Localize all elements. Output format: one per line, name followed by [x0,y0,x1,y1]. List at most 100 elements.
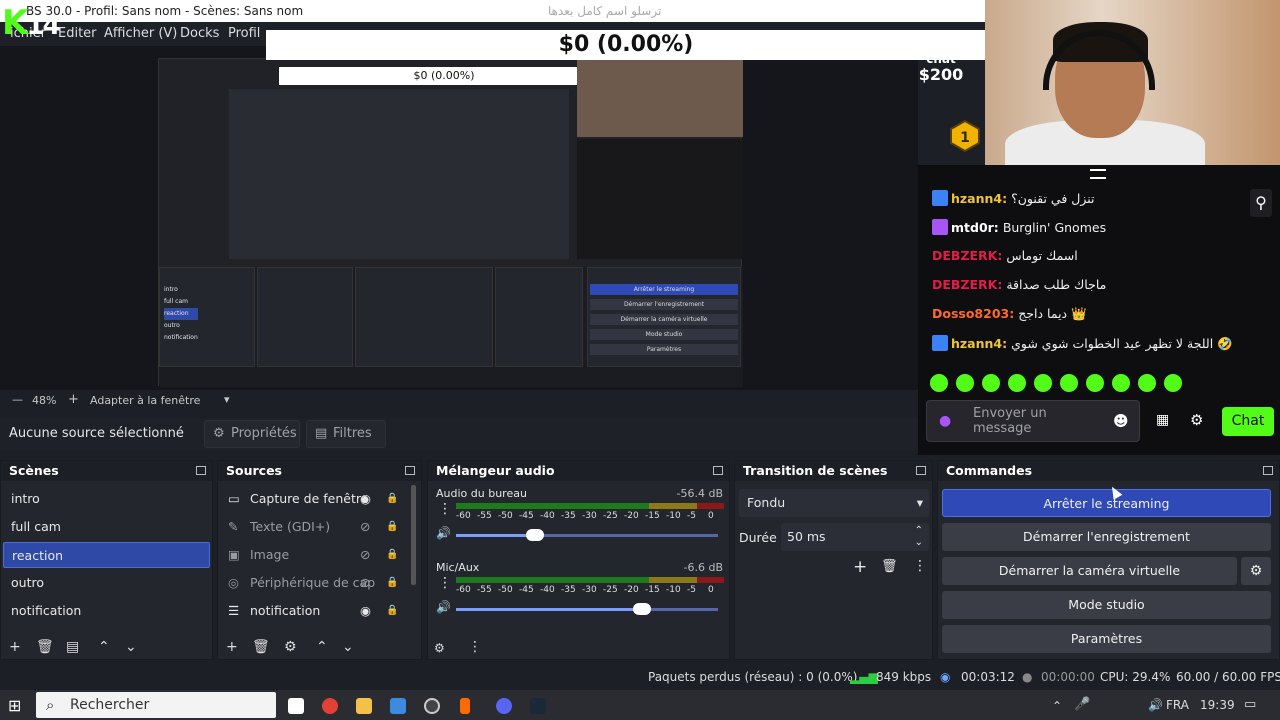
undock-icon[interactable] [405,466,415,475]
zoom-in-icon[interactable]: + [68,392,79,407]
trash-icon[interactable]: 🗑 [36,639,54,655]
speaker-icon[interactable]: 🔊 [436,600,451,614]
obs-icon[interactable] [424,698,440,714]
advanced-audio-icon[interactable]: ⚙ [434,641,445,655]
pin-icon[interactable]: ⚲ [1250,189,1272,217]
move-down-icon[interactable]: ⌄ [342,639,354,655]
scene-item-selected[interactable]: reaction [3,542,210,568]
gear-icon[interactable]: ⚙ [284,639,297,655]
lock-icon[interactable]: 🔒 [386,514,398,540]
properties-button[interactable]: ⚙ Propriétés [204,420,300,448]
studio-mode-button[interactable]: Mode studio [942,591,1271,619]
chat-username[interactable]: DEBZERK: [932,248,1002,263]
undock-icon[interactable] [196,466,206,475]
chrome-icon[interactable] [322,698,338,714]
visibility-eye-icon[interactable]: ◉ [360,486,371,512]
volume-knob[interactable] [525,529,544,541]
chat-send-button[interactable]: Chat [1222,407,1274,436]
duration-spinbox[interactable]: 50 ms ⌃ ⌄ [781,523,929,551]
scene-item[interactable]: full cam [3,514,210,540]
scene-item[interactable]: outro [3,570,210,596]
source-item[interactable]: ✎ Texte (GDI+) ⊘ 🔒 [220,514,408,540]
emote-icon[interactable] [1034,374,1052,392]
menu-profile[interactable]: Profil [228,26,260,41]
tray-volume-icon[interactable]: 🔊 [1148,698,1163,712]
emote-icon[interactable] [1060,374,1078,392]
emote-icon[interactable] [956,374,974,392]
scene-item[interactable]: intro [3,486,210,512]
source-item[interactable]: ◎ Périphérique de cap ⊘ 🔒 [220,570,408,596]
start-virtual-camera-button[interactable]: Démarrer la caméra virtuelle [942,557,1237,585]
emote-icon[interactable] [982,374,1000,392]
virtual-camera-gear-icon[interactable]: ⚙ [1241,557,1271,585]
menu-docks[interactable]: Docks [180,26,219,41]
chat-input[interactable]: ● Envoyer un message ☻ [926,400,1140,442]
store-icon[interactable] [390,698,406,714]
add-icon[interactable]: + [226,639,238,655]
scene-item[interactable]: notification [3,598,210,624]
more-menu-icon[interactable]: ⋮ [913,558,927,574]
emote-icon[interactable] [1138,374,1156,392]
emote-icon[interactable] [1112,374,1130,392]
source-item[interactable]: ☰ notification ◉ 🔒 [220,598,408,624]
chevron-down-icon[interactable]: ⌄ [915,529,923,557]
visibility-eye-icon[interactable]: ⊘ [360,542,370,568]
emote-icon[interactable] [1086,374,1104,392]
channel-menu-icon[interactable]: ⋮ [438,575,452,591]
filter-icon[interactable]: ▤ [66,639,79,655]
tray-language[interactable]: FRA [1166,698,1189,712]
trash-icon[interactable]: 🗑 [252,639,270,655]
transition-select[interactable]: Fondu ▾ [739,489,929,517]
tray-mic-icon[interactable]: 🎤 [1074,697,1090,712]
add-icon[interactable]: + [9,639,21,655]
chat-username[interactable]: mtd0r: [951,220,999,235]
menu-view[interactable]: Afficher (V) [104,26,177,41]
volume-slider[interactable] [456,603,718,615]
channel-menu-icon[interactable]: ⋮ [438,501,452,517]
lock-icon[interactable]: 🔒 [386,570,398,596]
tray-clock[interactable]: 19:39 [1200,698,1235,712]
stop-streaming-button[interactable]: Arrêter le streaming [942,489,1271,517]
source-item[interactable]: ▭ Capture de fenêtre ◉ 🔒 [220,486,408,512]
notification-icon[interactable]: ▭ [1244,697,1256,712]
tray-chevron-icon[interactable]: ⌃ [1052,699,1062,713]
move-up-icon[interactable]: ⌃ [316,639,328,655]
visibility-eye-icon[interactable]: ◉ [360,598,371,624]
visibility-eye-icon[interactable]: ⊘ [360,570,370,596]
more-menu-icon[interactable]: ⋮ [468,639,482,655]
undock-icon[interactable] [1263,466,1273,475]
steam-icon[interactable] [530,698,546,714]
add-icon[interactable]: + [853,557,867,577]
filters-button[interactable]: ▤ Filtres [306,420,386,448]
chevron-down-icon[interactable]: ▾ [224,393,230,406]
mic-app-icon[interactable] [460,698,470,714]
visibility-eye-icon[interactable]: ⊘ [360,514,370,540]
trash-icon[interactable]: 🗑 [881,559,898,574]
move-up-icon[interactable]: ⌃ [98,639,110,655]
settings-button[interactable]: Paramètres [942,625,1271,653]
windows-start-icon[interactable]: ⊞ [8,696,21,715]
lock-icon[interactable]: 🔒 [386,486,398,512]
volume-knob[interactable] [633,603,652,615]
move-down-icon[interactable]: ⌄ [125,639,137,655]
volume-slider[interactable] [456,529,718,541]
discord-icon[interactable] [496,698,512,714]
chat-username[interactable]: hzann4: [951,191,1007,206]
lock-icon[interactable]: 🔒 [386,598,398,624]
app-icon[interactable] [288,698,304,714]
emote-icon[interactable] [930,374,948,392]
undock-icon[interactable] [916,466,926,475]
undock-icon[interactable] [713,466,723,475]
emoji-icon[interactable]: ☻ [1113,412,1129,430]
emote-icon[interactable] [1164,374,1182,392]
settings-gear-icon[interactable]: ⚙ [1190,411,1203,429]
speaker-icon[interactable]: 🔊 [436,526,451,540]
source-item[interactable]: ▣ Image ⊘ 🔒 [220,542,408,568]
mic-icon[interactable]: ● [939,413,951,429]
folder-icon[interactable] [356,698,372,714]
collapse-icon[interactable] [1090,169,1106,179]
chat-username[interactable]: Dosso8203: [932,306,1014,321]
chat-username[interactable]: hzann4: [951,336,1007,351]
lock-icon[interactable]: 🔒 [386,542,398,568]
gift-icon[interactable]: ▦ [1156,412,1172,428]
